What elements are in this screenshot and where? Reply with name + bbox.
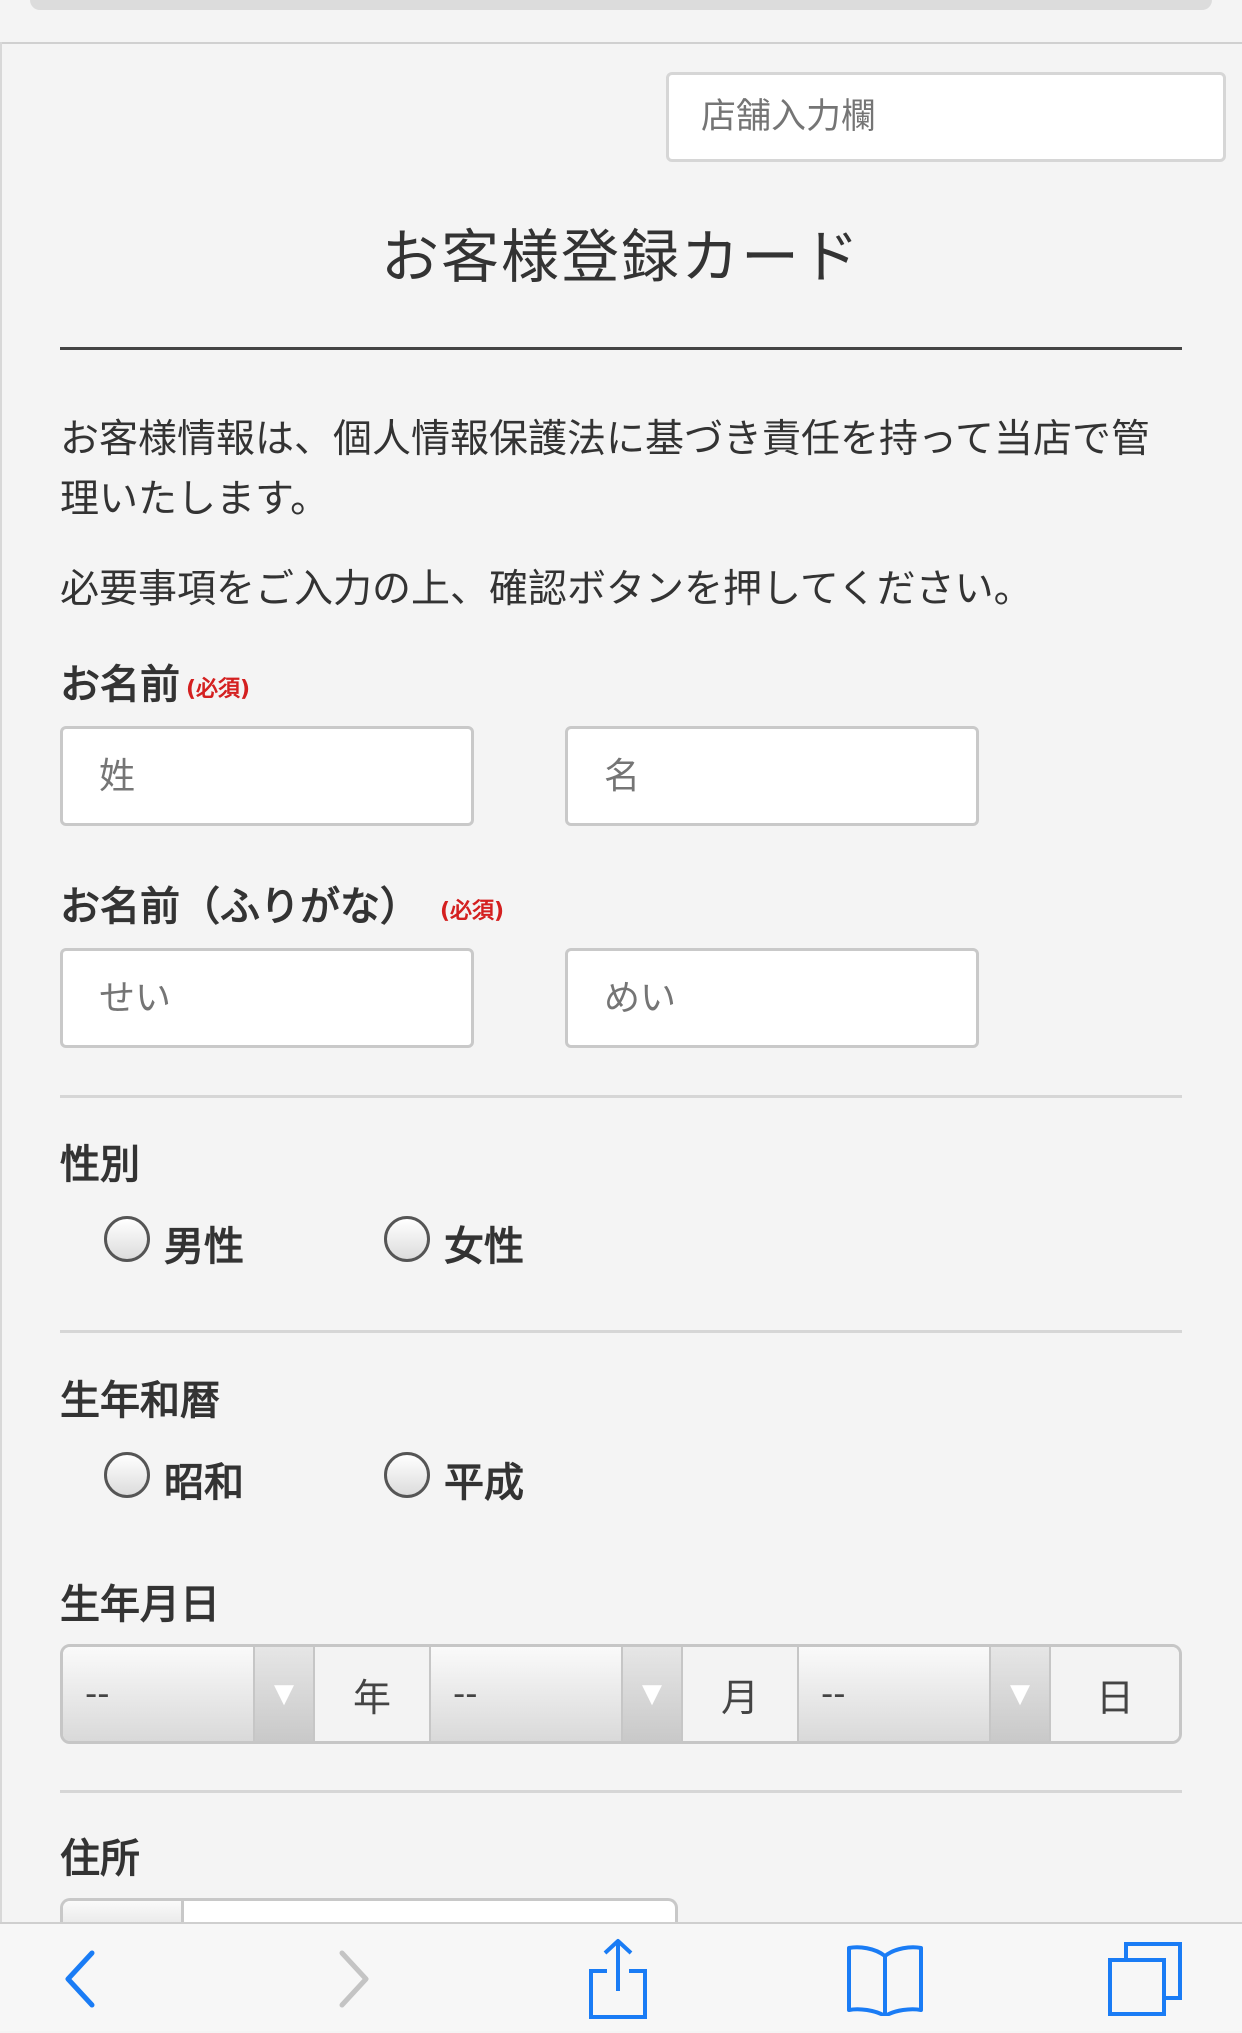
required-badge: (必須) <box>186 677 251 702</box>
browser-toolbar <box>0 1922 1242 2031</box>
chevron-down-icon[interactable]: ▼ <box>621 1647 681 1741</box>
furigana-label: お名前（ふりがな） (必須) <box>60 874 504 932</box>
era-heisei-radio[interactable] <box>384 1452 430 1498</box>
shop-input[interactable] <box>666 72 1226 162</box>
last-name-input[interactable] <box>60 726 474 826</box>
section-divider <box>60 1095 1182 1098</box>
month-unit: 月 <box>681 1647 799 1741</box>
era-showa-radio[interactable] <box>104 1452 150 1498</box>
page-left-border <box>0 42 2 1922</box>
era-label: 生年和暦 <box>60 1378 220 1424</box>
intro-instruction-text: 必要事項をご入力の上、確認ボタンを押してください。 <box>60 567 1033 612</box>
bookmarks-icon[interactable] <box>840 1924 930 2033</box>
gender-female-label[interactable]: 女性 <box>444 1214 524 1272</box>
day-unit: 日 <box>1049 1647 1179 1741</box>
forward-icon[interactable] <box>314 1924 394 2033</box>
birth-month-value: -- <box>453 1674 478 1714</box>
gender-female-radio[interactable] <box>384 1216 430 1262</box>
gender-male-label[interactable]: 男性 <box>164 1214 244 1272</box>
last-name-kana-input[interactable] <box>60 948 474 1048</box>
birth-day-select[interactable]: -- <box>799 1647 989 1741</box>
browser-address-bar-edge <box>30 0 1212 10</box>
title-divider <box>60 347 1182 350</box>
birth-day-value: -- <box>821 1674 846 1714</box>
required-badge: (必須) <box>440 899 505 924</box>
birth-year-value: -- <box>85 1674 110 1714</box>
birthday-picker: -- ▼ 年 -- ▼ 月 -- ▼ 日 <box>60 1644 1182 1744</box>
name-label-text: お名前 <box>60 662 180 708</box>
section-divider <box>60 1790 1182 1793</box>
page-top-border <box>0 42 1242 44</box>
era-showa-label[interactable]: 昭和 <box>164 1450 244 1508</box>
era-heisei-label[interactable]: 平成 <box>444 1450 524 1508</box>
back-icon[interactable] <box>40 1924 120 2033</box>
first-name-input[interactable] <box>565 726 979 826</box>
first-name-kana-input[interactable] <box>565 948 979 1048</box>
chevron-down-icon[interactable]: ▼ <box>253 1647 313 1741</box>
name-label: お名前 (必須) <box>60 652 250 710</box>
birth-year-select[interactable]: -- <box>63 1647 253 1741</box>
page-title: お客様登録カード <box>380 223 861 291</box>
intro-privacy-text: お客様情報は、個人情報保護法に基づき責任を持って当店で管理いたします。 <box>60 417 1151 522</box>
birth-month-select[interactable]: -- <box>431 1647 621 1741</box>
address-label: 住所 <box>60 1836 140 1882</box>
furigana-label-text: お名前（ふりがな） <box>60 884 420 930</box>
share-icon[interactable] <box>578 1924 658 2033</box>
birthday-label: 生年月日 <box>60 1582 220 1628</box>
section-divider <box>60 1330 1182 1333</box>
gender-male-radio[interactable] <box>104 1216 150 1262</box>
tabs-icon[interactable] <box>1100 1924 1190 2033</box>
gender-label: 性別 <box>60 1142 140 1188</box>
chevron-down-icon[interactable]: ▼ <box>989 1647 1049 1741</box>
year-unit: 年 <box>313 1647 431 1741</box>
